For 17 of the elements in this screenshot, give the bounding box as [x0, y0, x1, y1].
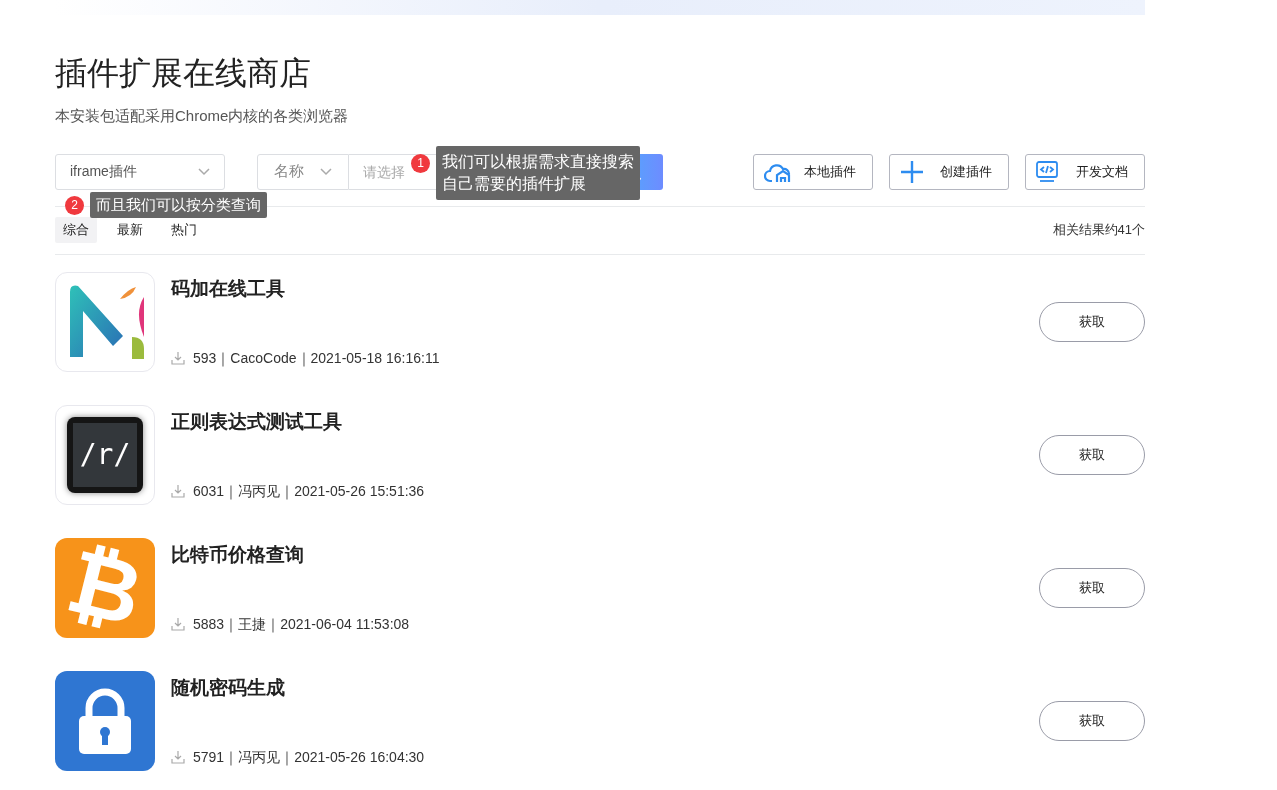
page-subtitle: 本安装包适配采用Chrome内核的各类浏览器 [55, 106, 350, 126]
app-logo: /r/ [55, 404, 155, 505]
step-badge: 2 [65, 195, 84, 215]
plugin-meta: 593｜CacoCode｜2021-05-18 16:16:11 [193, 348, 440, 369]
result-count: 相关结果约41个 [1052, 221, 1145, 240]
plugin-name: 比特币价格查询 [171, 542, 305, 567]
app-logo: ₿ [55, 537, 155, 638]
page-title: 插件扩展在线商店 [55, 54, 312, 93]
hint-tooltip: 而且我们可以按分类查询 [90, 191, 267, 218]
plugin-name: 正则表达式测试工具 [171, 409, 343, 434]
plugin-name: 随机密码生成 [171, 675, 286, 700]
plugin-name: 码加在线工具 [171, 276, 286, 301]
step-badge: 1 [411, 153, 430, 173]
plugin-meta: 6031｜冯丙见｜2021-05-26 15:51:36 [193, 481, 425, 502]
plugin-meta: 5791｜冯丙见｜2021-05-26 16:04:30 [193, 747, 425, 768]
hint-tooltip: 我们可以根据需求直接搜索 自己需要的插件扩展 [436, 145, 640, 200]
plugin-meta: 5883｜王捷｜2021-06-04 11:53:08 [193, 614, 410, 635]
